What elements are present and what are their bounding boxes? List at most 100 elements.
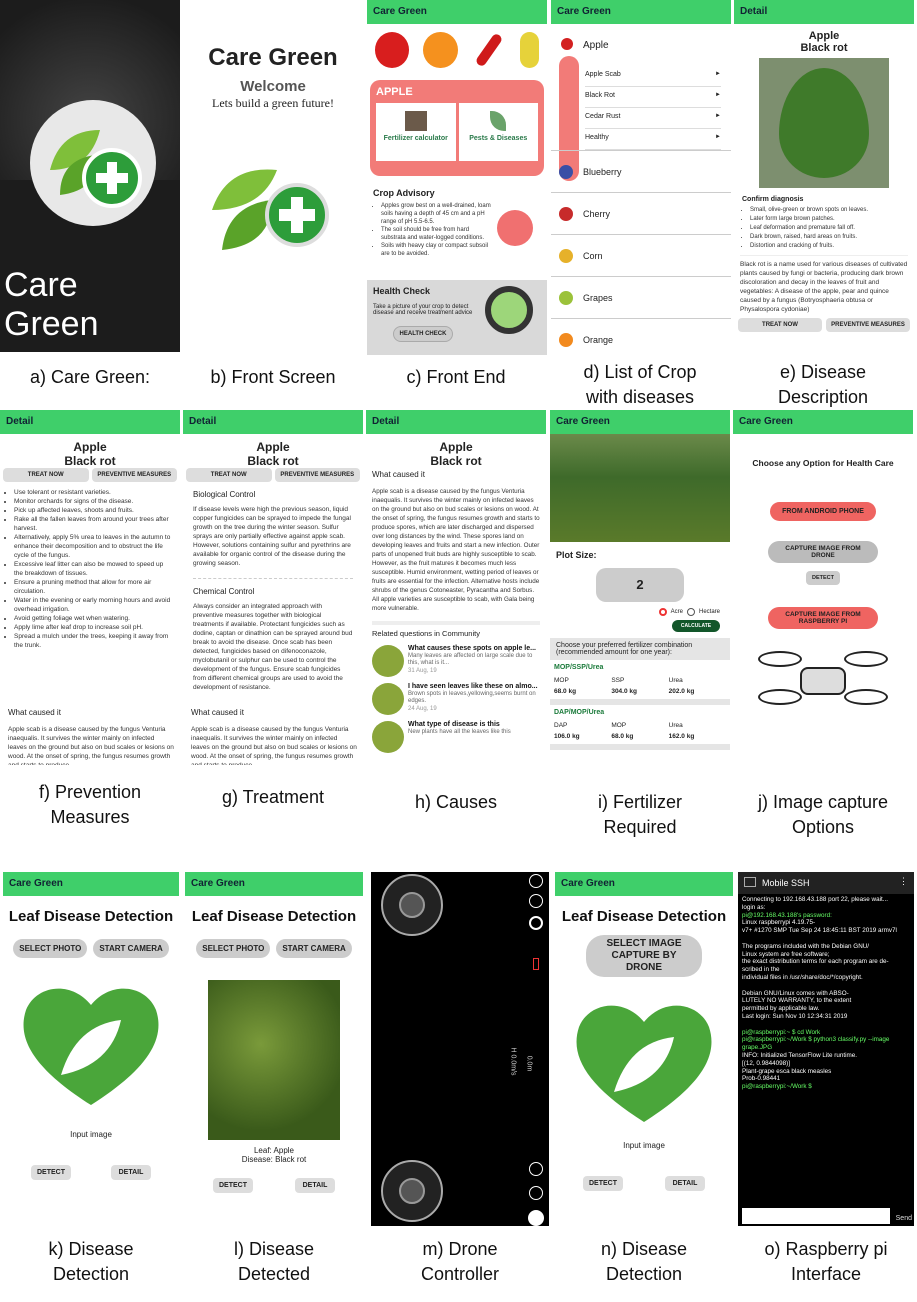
- settings-icon[interactable]: [529, 916, 543, 930]
- battery-icon: [533, 958, 539, 970]
- acre-radio[interactable]: [658, 608, 667, 616]
- terminal-line: pi@raspberrypi:~ $ cd Work: [742, 1028, 821, 1036]
- symptom-item: Distortion and cracking of fruits.: [750, 242, 914, 251]
- front-title: Care Green: [208, 44, 338, 71]
- return-icon[interactable]: [529, 874, 543, 888]
- preventive-measures-button[interactable]: PREVENTIVE MEASURES: [91, 468, 177, 482]
- community-question[interactable]: What causes these spots on apple le... Ma…: [366, 642, 546, 680]
- crop-row[interactable]: Blueberry: [551, 150, 731, 192]
- height-readout: 0.0m: [525, 1055, 533, 1072]
- fertilizer-calculator-button[interactable]: Fertilizer calculator: [376, 103, 456, 161]
- crop-icon: [559, 290, 573, 305]
- down-icon[interactable]: [529, 1162, 543, 1176]
- fertilizer-screen: Care Green Plot Size: 2 Acre Hectare CAL…: [550, 410, 730, 765]
- raspberry-button[interactable]: CAPTURE IMAGE FROM RASPBERRY PI: [768, 607, 878, 629]
- figure-caption: o) Raspberry pi Interface: [738, 1237, 914, 1287]
- apple-row[interactable]: Apple Apple Scab ► Black Rot ► Cedar Rust ► He…: [551, 24, 731, 181]
- caused-title: What caused it: [191, 708, 244, 717]
- caption-text: Detected: [237, 1264, 311, 1284]
- shutter-icon[interactable]: [528, 1210, 544, 1226]
- detail-button[interactable]: DETAIL: [111, 1165, 151, 1180]
- symptoms-list: Small, olive-green or brown spots on lea…: [742, 206, 914, 251]
- crop-row[interactable]: Cherry: [551, 192, 731, 234]
- orange-icon[interactable]: [423, 32, 458, 68]
- command-input[interactable]: [742, 1208, 890, 1224]
- disease-item[interactable]: Cedar Rust ►: [585, 108, 721, 129]
- chevron-right-icon: ►: [715, 92, 721, 98]
- drone-button[interactable]: CAPTURE IMAGE FROM DRONE: [768, 541, 878, 563]
- drone-detection-screen: Care Green Leaf Disease Detection SELECT…: [555, 872, 733, 1226]
- send-button[interactable]: Send: [896, 1215, 912, 1222]
- hectare-radio[interactable]: [686, 608, 695, 616]
- fruit-row[interactable]: [367, 24, 547, 74]
- terminal-line: Plant-grape esca black measles: [742, 1067, 832, 1075]
- crop-row[interactable]: Orange: [551, 318, 731, 352]
- left-joystick-knob[interactable]: [399, 892, 425, 918]
- question-thumb: [372, 645, 404, 677]
- section-title: APPLE: [376, 86, 413, 98]
- caused-title: What caused it: [372, 470, 425, 479]
- disease-item[interactable]: Apple Scab ►: [585, 66, 721, 87]
- caption-text: Image capture: [772, 792, 889, 812]
- treat-now-button[interactable]: TREAT NOW: [3, 468, 89, 482]
- preventive-measures-button[interactable]: PREVENTIVE MEASURES: [826, 318, 910, 332]
- advisory-list: Apples grow best on a well-drained, loam…: [373, 202, 495, 258]
- crop-advisory-title: Crop Advisory: [373, 188, 435, 198]
- caption-text: Drone: [448, 1239, 498, 1259]
- terminal-line: permitted by applicable law.: [742, 1005, 820, 1013]
- question-body: I have seen leaves like these on almo...…: [408, 683, 540, 715]
- crop-row[interactable]: Corn: [551, 234, 731, 276]
- disease-description-screen: Detail Apple Black rot Confirm diagnosis…: [734, 0, 914, 355]
- crop-row[interactable]: Grapes: [551, 276, 731, 318]
- combo-values: 68.0 kg 304.0 kg 202.0 kg: [554, 688, 726, 695]
- figure-caption: h) Causes: [366, 790, 546, 815]
- caption-text: Description: [777, 387, 869, 407]
- disease-item[interactable]: Healthy ►: [585, 129, 721, 150]
- detection-title: Leaf Disease Detection: [561, 908, 727, 925]
- app-bar: Care Green: [551, 0, 731, 24]
- capture-options-screen: Care Green Choose any Option for Health …: [733, 410, 913, 765]
- app-bar: Detail: [183, 410, 363, 434]
- treat-now-button[interactable]: TREAT NOW: [186, 468, 272, 482]
- figure-caption: j) Image capture Options: [733, 790, 913, 840]
- figure-caption: d) List of Crop with diseases: [550, 360, 730, 410]
- start-camera-button[interactable]: START CAMERA: [93, 939, 169, 958]
- start-camera-button[interactable]: START CAMERA: [276, 939, 352, 958]
- disease-label: Black Rot: [585, 92, 615, 99]
- pests-diseases-button[interactable]: Pests & Diseases: [458, 103, 538, 161]
- leaf-icon: [490, 111, 507, 131]
- camera-icon[interactable]: [529, 894, 543, 908]
- terminal-line: Connecting to 192.168.43.188 port 22, pl…: [742, 896, 888, 903]
- detect-button[interactable]: DETECT: [806, 571, 840, 585]
- detail-button[interactable]: DETAIL: [295, 1178, 335, 1193]
- figure-caption: f) Prevention Measures: [0, 780, 180, 830]
- chili-icon[interactable]: [472, 32, 506, 68]
- caption-text: Disease: [68, 1239, 134, 1259]
- calculate-button[interactable]: CALCULATE: [672, 620, 720, 632]
- land-icon[interactable]: [529, 1186, 543, 1200]
- combo-name: MOP/SSP/Urea: [554, 664, 604, 671]
- select-drone-image-button[interactable]: SELECT IMAGE CAPTURE BY DRONE: [586, 935, 702, 977]
- right-joystick-knob[interactable]: [399, 1178, 425, 1204]
- combo-header-cell: SSP: [611, 677, 625, 684]
- health-check-button[interactable]: HEALTH CHECK: [393, 326, 453, 342]
- community-question[interactable]: What type of disease is this New plants h…: [366, 718, 546, 756]
- detail-button[interactable]: DETAIL: [665, 1176, 705, 1191]
- detect-button[interactable]: DETECT: [213, 1178, 253, 1193]
- community-question[interactable]: I have seen leaves like these on almo...…: [366, 680, 546, 718]
- menu-icon[interactable]: ⋮: [899, 876, 908, 887]
- apple-icon[interactable]: [375, 32, 410, 68]
- detect-button[interactable]: DETECT: [583, 1176, 623, 1191]
- banana-icon[interactable]: [519, 32, 539, 68]
- question-title: What type of disease is this: [408, 721, 500, 728]
- disease-item[interactable]: Black Rot ►: [585, 87, 721, 108]
- treat-now-button[interactable]: TREAT NOW: [738, 318, 822, 332]
- combo-header-cell: Urea: [668, 722, 683, 729]
- android-button[interactable]: FROM ANDROID PHONE: [770, 502, 876, 521]
- select-photo-button[interactable]: SELECT PHOTO: [13, 939, 88, 958]
- plot-input[interactable]: 2: [596, 568, 684, 602]
- preventive-measures-button[interactable]: PREVENTIVE MEASURES: [274, 468, 360, 482]
- detect-button[interactable]: DETECT: [31, 1165, 71, 1180]
- select-photo-button[interactable]: SELECT PHOTO: [196, 939, 271, 958]
